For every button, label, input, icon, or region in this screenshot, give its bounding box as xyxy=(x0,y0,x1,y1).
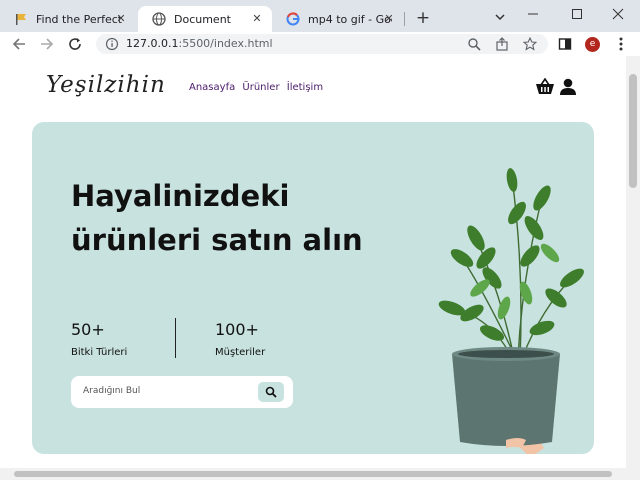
forward-arrow-icon[interactable] xyxy=(38,35,56,53)
close-tab-icon[interactable]: ✕ xyxy=(114,12,128,26)
site-info-icon[interactable] xyxy=(104,36,120,52)
flag-icon xyxy=(14,12,28,26)
tab-document[interactable]: Document ✕ xyxy=(138,6,272,32)
horizontal-scrollbar[interactable] xyxy=(0,468,626,480)
stat-label: Bitki Türleri xyxy=(71,347,128,358)
search-icon xyxy=(265,386,277,398)
new-tab-button[interactable]: + xyxy=(414,9,432,27)
search-box: Aradığını Bul xyxy=(71,376,293,408)
bookmark-star-icon[interactable] xyxy=(522,36,538,52)
main-nav: Anasayfa Ürünler İletişim xyxy=(189,82,327,93)
maximize-button[interactable] xyxy=(554,0,600,28)
stat-customers: 100+ Müşteriler xyxy=(215,320,265,358)
minimize-button[interactable] xyxy=(510,0,556,28)
close-tab-icon[interactable]: ✕ xyxy=(382,12,396,26)
tab-mp4-to-gif[interactable]: mp4 to gif - Goo ✕ xyxy=(272,6,404,32)
close-tab-icon[interactable]: ✕ xyxy=(250,12,264,26)
search-input[interactable]: Aradığını Bul xyxy=(83,386,140,396)
url-text: 127.0.0.1:5500/index.html xyxy=(126,37,273,50)
hero-title: Hayalinizdeki ürünleri satın alın xyxy=(71,179,363,257)
search-button[interactable] xyxy=(258,382,284,402)
nav-link-anasayfa[interactable]: Anasayfa xyxy=(189,82,235,93)
url-host: 127.0.0.1 xyxy=(126,37,179,50)
url-path: :5500/index.html xyxy=(178,37,273,50)
side-panel-icon[interactable] xyxy=(556,35,574,53)
basket-icon[interactable] xyxy=(535,77,555,100)
plant-image xyxy=(438,168,584,454)
browser-toolbar: 127.0.0.1:5500/index.html e xyxy=(0,32,640,56)
tab-find-the-perfect[interactable]: Find the Perfect ✕ xyxy=(0,6,136,32)
browser-tab-strip: Find the Perfect ✕ Document ✕ mp4 to gif… xyxy=(0,0,640,32)
profile-avatar[interactable]: e xyxy=(585,37,600,52)
stat-plant-types: 50+ Bitki Türleri xyxy=(71,320,127,358)
menu-dots-icon[interactable] xyxy=(612,35,630,53)
nav-link-urunler[interactable]: Ürünler xyxy=(242,82,279,93)
reload-icon[interactable] xyxy=(66,35,84,53)
stat-value: 100+ xyxy=(215,320,259,339)
nav-link-iletisim[interactable]: İletişim xyxy=(287,82,323,93)
stat-divider xyxy=(175,318,176,358)
header-icons xyxy=(535,77,577,100)
hero-section: Hayalinizdeki ürünleri satın alın 50+ Bi… xyxy=(32,122,594,454)
share-icon[interactable] xyxy=(494,36,510,52)
vertical-scrollbar[interactable] xyxy=(626,56,640,480)
tab-separator xyxy=(404,12,405,26)
tab-title: mp4 to gif - Goo xyxy=(308,12,392,26)
page-viewport: Yeşilzihin Anasayfa Ürünler İletişim Hay… xyxy=(0,56,626,468)
tab-title: Find the Perfect xyxy=(36,12,123,26)
scrollbar-thumb[interactable] xyxy=(629,74,637,188)
scrollbar-thumb[interactable] xyxy=(14,471,612,477)
google-icon xyxy=(286,12,300,26)
site-logo[interactable]: Yeşilzihin xyxy=(46,72,166,98)
stat-label: Müşteriler xyxy=(215,347,266,358)
globe-icon xyxy=(152,12,166,26)
address-bar[interactable]: 127.0.0.1:5500/index.html xyxy=(96,34,548,54)
stat-value: 50+ xyxy=(71,320,105,339)
back-arrow-icon[interactable] xyxy=(10,35,28,53)
close-window-button[interactable] xyxy=(596,0,640,28)
zoom-icon[interactable] xyxy=(466,36,482,52)
tab-search-icon[interactable] xyxy=(492,9,508,25)
tab-title: Document xyxy=(174,12,231,26)
user-icon[interactable] xyxy=(559,78,577,100)
